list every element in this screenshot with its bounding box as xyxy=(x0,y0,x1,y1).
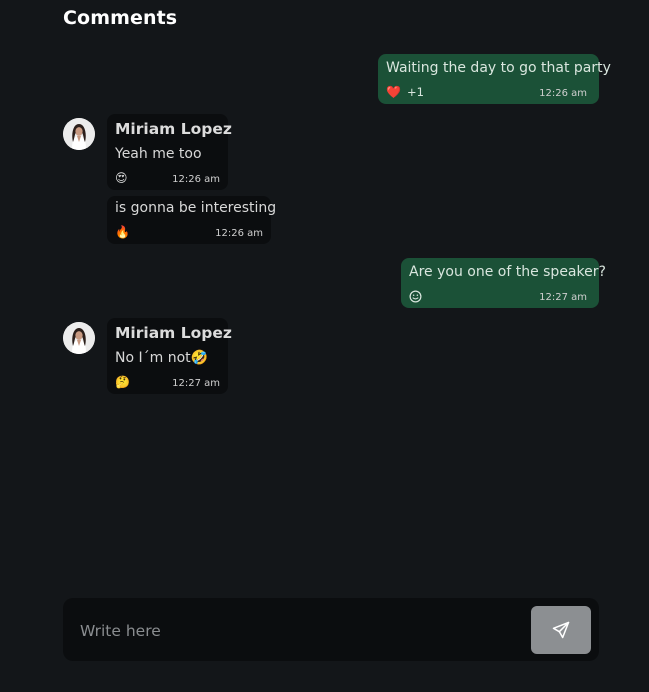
add-reaction-icon xyxy=(409,290,422,303)
message-composer xyxy=(63,598,599,661)
message-text: Are you one of the speaker? xyxy=(409,264,606,280)
page-title: Comments xyxy=(63,7,178,29)
message-reaction[interactable]: 🤔 xyxy=(115,375,130,389)
sender-name: Miriam Lopez xyxy=(115,120,232,138)
fire-emoji: 🔥 xyxy=(115,225,130,239)
send-button[interactable] xyxy=(531,606,591,654)
heart-eyes-emoji: 😍 xyxy=(115,171,128,185)
message-time: 12:27 am xyxy=(539,292,587,303)
add-reaction-button[interactable] xyxy=(409,290,422,303)
message-reaction[interactable]: 🔥 xyxy=(115,225,130,239)
message-bubble-outgoing: Are you one of the speaker? 12:27 am xyxy=(401,258,606,308)
reaction-count: +1 xyxy=(406,85,424,99)
message-bubble-incoming: Miriam Lopez No I´m not🤣 🤔 12:27 am xyxy=(107,318,232,394)
thinking-emoji: 🤔 xyxy=(115,375,130,389)
sender-name: Miriam Lopez xyxy=(115,324,232,342)
avatar[interactable] xyxy=(63,322,95,354)
message-bubble-outgoing: Waiting the day to go that party ❤️ +1 1… xyxy=(378,54,611,104)
message-input[interactable] xyxy=(78,616,522,646)
message-bubble-incoming: is gonna be interesting 🔥 12:26 am xyxy=(107,196,276,244)
message-text: is gonna be interesting xyxy=(115,200,277,216)
message-reaction[interactable]: ❤️ +1 xyxy=(386,85,424,99)
message-reaction[interactable]: 😍 xyxy=(115,171,128,185)
message-time: 12:27 am xyxy=(172,378,220,389)
avatar[interactable] xyxy=(63,118,95,150)
message-text: Waiting the day to go that party xyxy=(386,60,611,76)
message-time: 12:26 am xyxy=(215,228,263,239)
message-bubble-incoming: Miriam Lopez Yeah me too 😍 12:26 am xyxy=(107,114,232,190)
heart-emoji: ❤️ xyxy=(386,85,401,99)
message-text: No I´m not🤣 xyxy=(115,350,209,366)
message-time: 12:26 am xyxy=(172,174,220,185)
message-text: Yeah me too xyxy=(115,146,202,162)
message-time: 12:26 am xyxy=(539,88,587,99)
send-icon xyxy=(552,621,570,639)
